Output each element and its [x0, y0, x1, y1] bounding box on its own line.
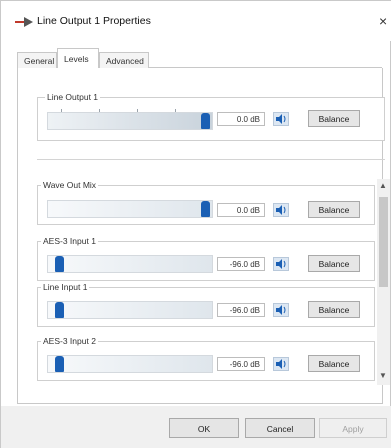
scroll-thumb[interactable]	[379, 197, 388, 287]
tab-levels[interactable]: Levels	[57, 48, 99, 69]
master-balance-button[interactable]: Balance	[308, 110, 360, 127]
speaker-icon[interactable]	[273, 357, 289, 371]
channel-slider-track[interactable]	[47, 255, 213, 273]
channel-value-field[interactable]: 0.0 dB	[217, 203, 265, 217]
channel-value-field[interactable]: -96.0 dB	[217, 357, 265, 371]
channel-label: Line Input 1	[41, 282, 90, 292]
speaker-icon-glyph	[276, 305, 286, 315]
master-slider-track[interactable]	[47, 112, 213, 130]
channel-value-field[interactable]: -96.0 dB	[217, 257, 265, 271]
slider-tick	[137, 109, 138, 112]
ok-button[interactable]: OK	[169, 418, 239, 438]
scroll-up-icon[interactable]: ▲	[379, 181, 387, 190]
channel-slider-track[interactable]	[47, 200, 213, 218]
divider	[37, 159, 385, 160]
dialog-footer: OK Cancel Apply	[1, 406, 391, 448]
close-icon[interactable]: ×	[379, 13, 387, 29]
channel-balance-button[interactable]: Balance	[308, 301, 360, 318]
output-arrow-icon	[15, 17, 33, 27]
master-slider-thumb[interactable]	[201, 113, 210, 129]
channel-value-field[interactable]: -96.0 dB	[217, 303, 265, 317]
speaker-icon-glyph	[276, 114, 286, 124]
apply-button[interactable]: Apply	[319, 418, 387, 438]
vertical-scrollbar[interactable]: ▲ ▼	[377, 179, 390, 385]
title-bar: Line Output 1 Properties ×	[1, 1, 391, 41]
tab-strip: General Levels Advanced	[17, 48, 382, 69]
properties-window: Line Output 1 Properties × General Level…	[0, 0, 391, 448]
channel-slider-track[interactable]	[47, 355, 213, 373]
speaker-icon-glyph	[276, 259, 286, 269]
speaker-icon-glyph	[276, 359, 286, 369]
scroll-down-icon[interactable]: ▼	[379, 371, 387, 380]
speaker-icon[interactable]	[273, 257, 289, 271]
channel-slider-thumb[interactable]	[201, 201, 210, 217]
channel-label: AES-3 Input 2	[41, 336, 98, 346]
master-label: Line Output 1	[45, 92, 101, 102]
tab-general-label: General	[24, 56, 55, 66]
tab-general[interactable]: General	[17, 52, 57, 68]
tab-levels-label: Levels	[64, 54, 89, 64]
channel-balance-button[interactable]: Balance	[308, 255, 360, 272]
channel-list: Wave Out Mix 0.0 dB Balance AES-3 Input …	[37, 171, 390, 389]
cancel-button[interactable]: Cancel	[245, 418, 315, 438]
tab-advanced-label: Advanced	[106, 56, 144, 66]
speaker-icon-glyph	[276, 205, 286, 215]
channel-slider-track[interactable]	[47, 301, 213, 319]
master-value-field[interactable]: 0.0 dB	[217, 112, 265, 126]
channel-label: AES-3 Input 1	[41, 236, 98, 246]
speaker-icon[interactable]	[273, 303, 289, 317]
channel-balance-button[interactable]: Balance	[308, 355, 360, 372]
channel-slider-thumb[interactable]	[55, 302, 64, 318]
speaker-icon[interactable]	[273, 203, 289, 217]
channel-balance-button[interactable]: Balance	[308, 201, 360, 218]
channel-slider-thumb[interactable]	[55, 256, 64, 272]
tab-advanced[interactable]: Advanced	[99, 52, 149, 68]
speaker-icon[interactable]	[273, 112, 289, 126]
slider-tick	[175, 109, 176, 112]
channel-label: Wave Out Mix	[41, 180, 99, 190]
window-title: Line Output 1 Properties	[37, 15, 151, 27]
slider-tick	[61, 109, 62, 112]
slider-tick	[99, 109, 100, 112]
channel-slider-thumb[interactable]	[55, 356, 64, 372]
